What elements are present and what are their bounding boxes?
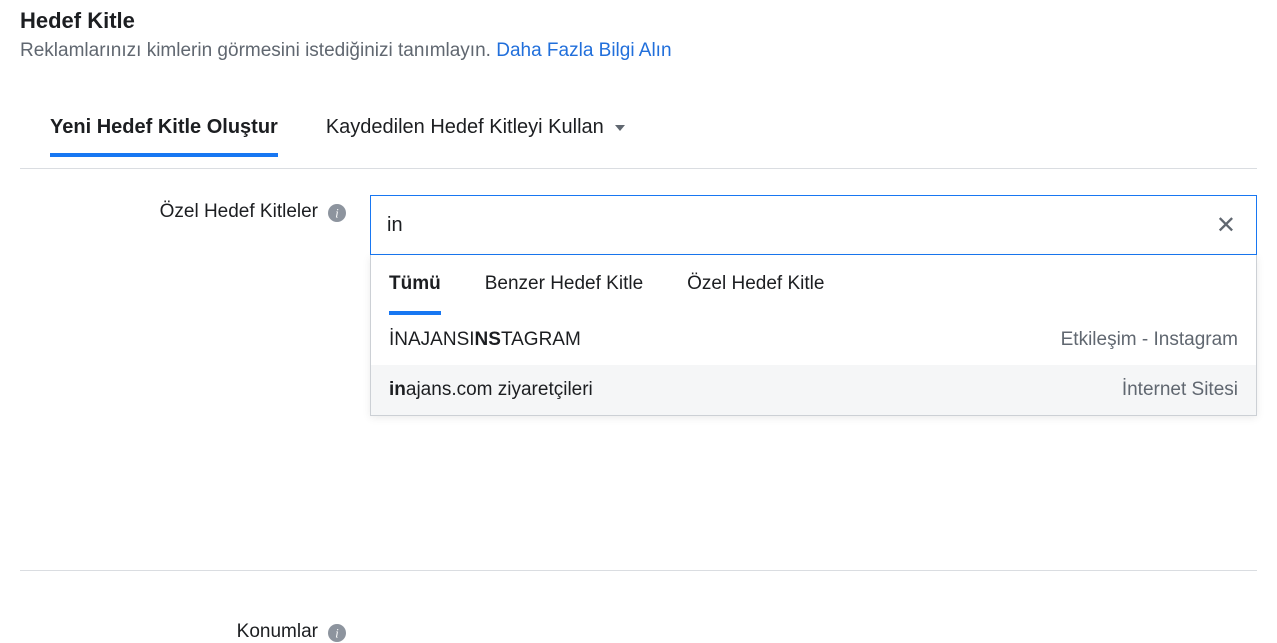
tab-create-new-audience[interactable]: Yeni Hedef Kitle Oluştur [50,102,278,157]
page-subtitle: Reklamlarınızı kimlerin görmesini istedi… [20,40,1257,62]
page-title: Hedef Kitle [20,8,1257,34]
clear-input-icon[interactable]: ✕ [1212,211,1240,240]
custom-audiences-field: ✕ Tümü Benzer Hedef Kitle Özel Hedef Kit… [370,195,1257,416]
info-icon[interactable]: i [328,204,346,222]
dropdown-tab-all[interactable]: Tümü [389,273,441,315]
audience-result-item[interactable]: İNAJANSINSTAGRAM Etkileşim - Instagram [371,315,1256,365]
locations-row: Konumlar i [20,570,1257,643]
tab-use-saved-label: Kaydedilen Hedef Kitleyi Kullan [326,116,604,138]
result-type: İnternet Sitesi [1122,379,1238,401]
dropdown-tab-lookalike[interactable]: Benzer Hedef Kitle [485,273,643,315]
audience-search-wrapper[interactable]: ✕ [370,195,1257,255]
result-name: İNAJANSINSTAGRAM [389,329,581,351]
svg-text:i: i [335,207,339,221]
custom-audiences-label-col: Özel Hedef Kitleler i [20,195,370,416]
caret-down-icon [615,125,625,131]
locations-label: Konumlar [237,621,318,643]
audience-dropdown: Tümü Benzer Hedef Kitle Özel Hedef Kitle… [370,255,1257,416]
custom-audiences-row: Özel Hedef Kitleler i ✕ Tümü Benzer Hede… [20,168,1257,416]
dropdown-filter-tabs: Tümü Benzer Hedef Kitle Özel Hedef Kitle [371,255,1256,315]
audience-result-item[interactable]: inajans.com ziyaretçileri İnternet Sites… [371,365,1256,415]
audience-tabs: Yeni Hedef Kitle Oluştur Kaydedilen Hede… [50,102,1257,158]
tab-use-saved-audience[interactable]: Kaydedilen Hedef Kitleyi Kullan [326,102,626,157]
custom-audiences-label: Özel Hedef Kitleler [160,201,318,223]
info-icon[interactable]: i [328,624,346,642]
svg-text:i: i [335,627,339,641]
locations-label-col: Konumlar i [20,615,370,643]
result-type: Etkileşim - Instagram [1061,329,1238,351]
audience-search-input[interactable] [387,214,1212,237]
learn-more-link[interactable]: Daha Fazla Bilgi Alın [496,40,671,61]
dropdown-tab-custom[interactable]: Özel Hedef Kitle [687,273,824,315]
subtitle-text: Reklamlarınızı kimlerin görmesini istedi… [20,40,496,61]
result-name: inajans.com ziyaretçileri [389,379,593,401]
